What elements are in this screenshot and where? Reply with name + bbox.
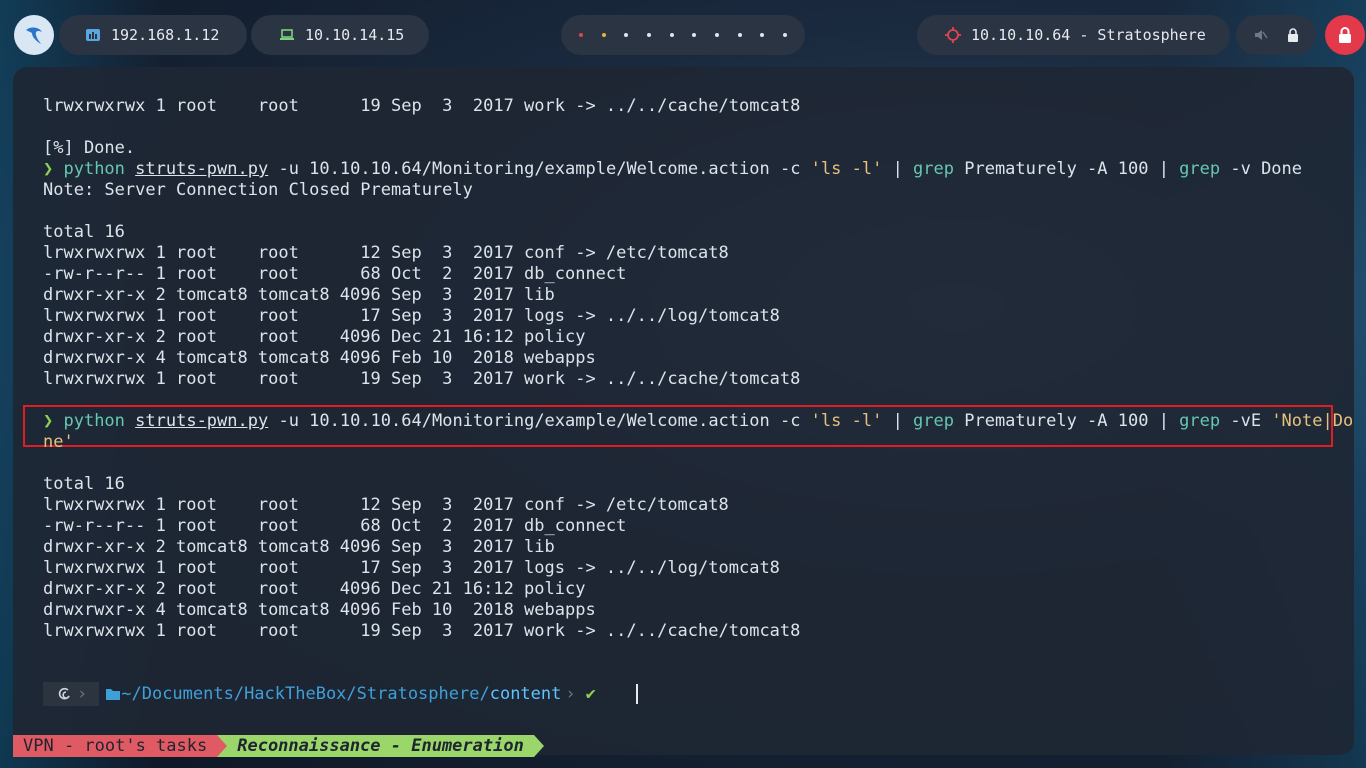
- crosshair-icon: [945, 27, 961, 43]
- command-args: -vE: [1220, 411, 1272, 431]
- command-args: -u 10.10.10.64/Monitoring/example/Welcom…: [268, 411, 811, 431]
- folder-icon: [106, 689, 121, 700]
- terminal-line: drwxr-xr-x 2 tomcat8 tomcat8 4096 Sep 3 …: [43, 285, 555, 305]
- terminal-line: drwxr-xr-x 2 root root 4096 Dec 21 16:12…: [43, 579, 586, 599]
- terminal-output: lrwxrwxrwx 1 root root 19 Sep 3 2017 wor…: [43, 96, 1353, 642]
- status-separator: [217, 735, 228, 757]
- laptop-icon: [280, 29, 294, 40]
- vpn-ip-widget[interactable]: 10.10.14.15: [251, 15, 429, 55]
- target-text: 10.10.10.64 - Stratosphere: [971, 26, 1206, 44]
- exit-status-check: ✔: [585, 684, 596, 704]
- quoted-string: 'ls -l': [810, 159, 883, 179]
- power-lock-button[interactable]: [1325, 15, 1365, 55]
- status-separator-end: [533, 735, 544, 757]
- terminal-line: drwxr-xr-x 2 tomcat8 tomcat8 4096 Sep 3 …: [43, 537, 555, 557]
- text-cursor: [635, 684, 638, 704]
- terminal-line: ❯ python struts-pwn.py -u 10.10.10.64/Mo…: [43, 411, 1353, 432]
- command-args: -u 10.10.10.64/Monitoring/example/Welcom…: [268, 159, 811, 179]
- terminal-line: [%] Done.: [43, 138, 136, 158]
- command-args: Prematurely -A 100 |: [954, 411, 1180, 431]
- workspace-dot-10[interactable]: [782, 33, 787, 37]
- script-name: struts-pwn.py: [135, 411, 269, 431]
- workspace-dot-8[interactable]: [737, 33, 742, 37]
- terminal-line: -rw-r--r-- 1 root root 68 Oct 2 2017 db_…: [43, 516, 627, 536]
- terminal-line: lrwxrwxrwx 1 root root 17 Sep 3 2017 log…: [43, 558, 780, 578]
- prompt-separator: ›: [77, 684, 88, 704]
- terminal-line: -rw-r--r-- 1 root root 68 Oct 2 2017 db_…: [43, 264, 627, 284]
- network-icon: [86, 29, 100, 41]
- workspace-dot-7[interactable]: [714, 33, 719, 37]
- command-name: python: [63, 411, 125, 431]
- target-widget[interactable]: 10.10.10.64 - Stratosphere: [917, 15, 1230, 55]
- session-label[interactable]: VPN - root's tasks: [13, 735, 218, 757]
- terminal-line: Note: Server Connection Closed Premature…: [43, 180, 473, 200]
- workspace-dot-9[interactable]: [760, 33, 765, 37]
- command-name: grep: [1179, 159, 1221, 179]
- volume-muted-icon[interactable]: [1254, 28, 1268, 42]
- script-name: struts-pwn.py: [135, 159, 269, 179]
- workspace-dot-1[interactable]: [579, 33, 583, 37]
- lock-icon[interactable]: [1287, 28, 1299, 42]
- terminal-line: total 16: [43, 222, 125, 242]
- terminal-line: lrwxrwxrwx 1 root root 12 Sep 3 2017 con…: [43, 243, 729, 263]
- terminal-line: total 16: [43, 474, 125, 494]
- terminal-line: lrwxrwxrwx 1 root root 19 Sep 3 2017 wor…: [43, 96, 801, 116]
- app-launcher-button[interactable]: [14, 15, 54, 55]
- quoted-string: 'Note|Do: [1271, 411, 1354, 431]
- vpn-ip-text: 10.10.14.15: [305, 26, 405, 44]
- terminal-window[interactable]: lrwxrwxrwx 1 root root 19 Sep 3 2017 wor…: [13, 67, 1354, 755]
- terminal-line: drwxr-xr-x 2 root root 4096 Dec 21 16:12…: [43, 327, 586, 347]
- top-bar: 192.168.1.12 10.10.14.15 10.10.10.64 - S…: [0, 0, 1366, 68]
- pipe: |: [882, 411, 914, 431]
- padlock-icon: [1339, 27, 1351, 43]
- prompt-path-prefix: ~/Documents/HackTheBox/Stratosphere/: [121, 684, 490, 704]
- debian-swirl-icon: [58, 687, 70, 700]
- terminal-line: lrwxrwxrwx 1 root root 12 Sep 3 2017 con…: [43, 495, 729, 515]
- tmux-status-bar: VPN - root's tasks Reconnaissance - Enum…: [13, 735, 544, 757]
- prompt-os-segment: ›: [43, 682, 100, 706]
- local-ip-widget[interactable]: 192.168.1.12: [59, 15, 247, 55]
- prompt-path-current: content: [489, 684, 562, 704]
- prompt-chevron: ❯: [43, 411, 64, 431]
- terminal-line: lrwxrwxrwx 1 root root 17 Sep 3 2017 log…: [43, 306, 780, 326]
- prompt-chevron: ❯: [43, 159, 64, 179]
- prompt-separator: ›: [565, 684, 576, 704]
- system-controls: [1236, 15, 1316, 55]
- command-name: grep: [1179, 411, 1221, 431]
- terminal-line: ne': [43, 432, 74, 452]
- terminal-line: drwxrwxr-x 4 tomcat8 tomcat8 4096 Feb 10…: [43, 348, 596, 368]
- quoted-string: 'ls -l': [810, 411, 883, 431]
- prompt-path: ~/Documents/HackTheBox/Stratosphere/cont…: [99, 682, 602, 706]
- pipe: |: [882, 159, 914, 179]
- workspace-dot-6[interactable]: [692, 33, 697, 37]
- task-label[interactable]: Reconnaissance - Enumeration: [227, 735, 534, 757]
- workspace-dot-3[interactable]: [624, 33, 629, 37]
- command-args: -v Done: [1220, 159, 1303, 179]
- workspace-dot-5[interactable]: [669, 33, 674, 37]
- terminal-line: lrwxrwxrwx 1 root root 19 Sep 3 2017 wor…: [43, 621, 801, 641]
- terminal-line: drwxrwxr-x 4 tomcat8 tomcat8 4096 Feb 10…: [43, 600, 596, 620]
- terminal-line: lrwxrwxrwx 1 root root 19 Sep 3 2017 wor…: [43, 369, 801, 389]
- command-name: grep: [913, 159, 954, 179]
- kali-dragon-icon: [26, 27, 42, 44]
- shell-prompt[interactable]: › ~/Documents/HackTheBox/Stratosphere/co…: [43, 682, 638, 706]
- workspace-switcher[interactable]: [561, 15, 805, 55]
- command-name: grep: [913, 411, 954, 431]
- workspace-dot-2[interactable]: [601, 33, 606, 37]
- command-name: python: [63, 159, 125, 179]
- local-ip-text: 192.168.1.12: [111, 26, 220, 44]
- command-args: Prematurely -A 100 |: [954, 159, 1180, 179]
- workspace-dot-4[interactable]: [646, 33, 651, 37]
- terminal-line: ❯ python struts-pwn.py -u 10.10.10.64/Mo…: [43, 159, 1324, 180]
